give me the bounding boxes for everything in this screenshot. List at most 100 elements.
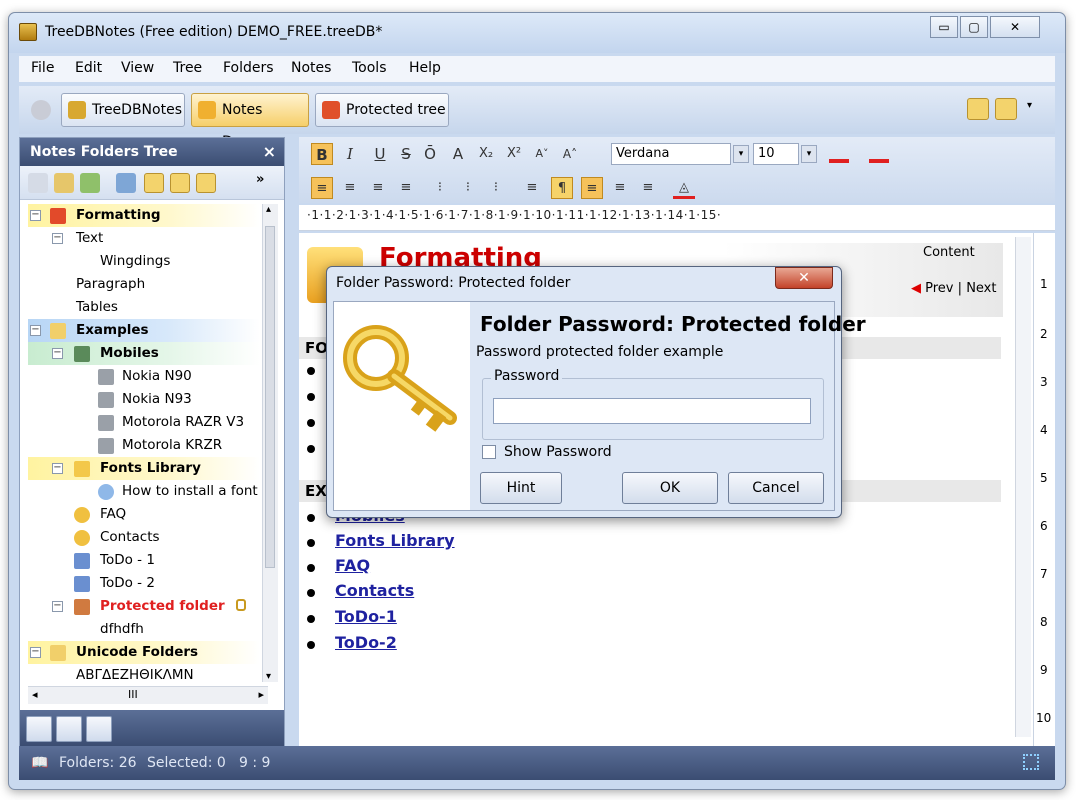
scroll-up-icon[interactable]: ▴ (266, 204, 271, 215)
scroll-left-icon[interactable]: ◂ (32, 688, 38, 701)
menu-folders[interactable]: Folders (223, 60, 274, 76)
menu-tree[interactable]: Tree (173, 60, 202, 76)
scroll-thumb-grip[interactable]: III (128, 688, 138, 701)
numbered-list-icon[interactable]: ⁝ (457, 177, 479, 199)
menu-file[interactable]: File (31, 60, 54, 76)
password-input[interactable] (493, 398, 811, 424)
tree-item-dfhdfh[interactable]: dfhdfh (28, 618, 260, 641)
nav-prev-icon[interactable] (967, 98, 989, 120)
superscript-button[interactable]: X² (503, 143, 525, 165)
menu-notes[interactable]: Notes (291, 60, 331, 76)
tree-item-wingdings[interactable]: Wingdings (28, 250, 260, 273)
hint-button[interactable]: Hint (480, 472, 562, 504)
favorites-icon[interactable] (86, 716, 112, 742)
collapse-icon[interactable]: − (30, 647, 41, 658)
tree-item-unicode-folders[interactable]: − Unicode Folders (28, 641, 260, 664)
new-folder-icon[interactable] (28, 173, 48, 193)
collapse-icon[interactable]: − (30, 210, 41, 221)
tab-protected-tree[interactable]: Protected tree (315, 93, 449, 127)
doc-link[interactable]: Fonts Library (335, 531, 455, 550)
content-link[interactable]: Content (923, 245, 975, 260)
collapse-icon[interactable]: − (52, 348, 63, 359)
dropdown-arrow-icon[interactable]: ▾ (733, 145, 749, 163)
scroll-thumb[interactable] (265, 226, 275, 568)
tree-item-greek[interactable]: ΑΒΓΔΕΖΗΘΙΚΛΜΝ (28, 664, 260, 687)
tree-item-protected-folder[interactable]: − Protected folder (28, 595, 260, 618)
tree-item-formatting[interactable]: − Formatting (28, 204, 260, 227)
tree-horizontal-scrollbar[interactable]: ◂ III ▸ (28, 686, 268, 704)
align-left-icon[interactable]: ≡ (311, 177, 333, 199)
overline-button[interactable]: Ō (419, 143, 441, 165)
show-password-label[interactable]: Show Password (504, 444, 612, 460)
vertical-ruler[interactable]: 1 2 3 4 5 6 7 8 9 10 (1033, 233, 1055, 747)
font-color-icon[interactable] (829, 145, 849, 163)
tree-item-mobiles[interactable]: − Mobiles (28, 342, 260, 365)
bold-button[interactable]: B (311, 143, 333, 165)
doc-link[interactable]: FAQ (335, 556, 370, 575)
back-icon[interactable] (31, 100, 51, 120)
dropdown-arrow-icon[interactable]: ▾ (1027, 100, 1032, 111)
tree-item-nokia-n93[interactable]: Nokia N93 (28, 388, 260, 411)
move-folder-icon[interactable] (80, 173, 100, 193)
arrow-up-icon[interactable] (196, 173, 216, 193)
list-icon[interactable]: ⁝ (485, 177, 507, 199)
arrow-right-icon[interactable] (170, 173, 190, 193)
increase-indent-icon[interactable]: ≡ (609, 177, 631, 199)
tree-item-todo-1[interactable]: ToDo - 1 (28, 549, 260, 572)
tree-item-faq[interactable]: FAQ (28, 503, 260, 526)
menu-view[interactable]: View (121, 60, 154, 76)
subscript-button[interactable]: X₂ (475, 143, 497, 165)
title-bar[interactable]: TreeDBNotes (Free edition) DEMO_FREE.tre… (9, 13, 1065, 53)
collapse-icon[interactable]: − (52, 233, 63, 244)
tree-view-icon[interactable] (26, 716, 52, 742)
strikethrough-button[interactable]: S (395, 143, 417, 165)
align-center-icon[interactable]: ≡ (339, 177, 361, 199)
doc-link[interactable]: ToDo-1 (335, 607, 397, 626)
menu-edit[interactable]: Edit (75, 60, 102, 76)
tree-item-fonts-library[interactable]: − Fonts Library (28, 457, 260, 480)
tab-treedbnotes[interactable]: TreeDBNotes (61, 93, 185, 127)
tree-item-tables[interactable]: Tables (28, 296, 260, 319)
font-style-button[interactable]: A (447, 143, 469, 165)
doc-link[interactable]: Contacts (335, 581, 414, 600)
close-panel-icon[interactable]: × (263, 138, 276, 166)
tree-item-install-font[interactable]: How to install a font (28, 480, 260, 503)
highlight-color-icon[interactable] (869, 145, 889, 163)
indent-icon[interactable]: ≡ (521, 177, 543, 199)
menu-help[interactable]: Help (409, 60, 441, 76)
maximize-button[interactable]: ▢ (960, 16, 988, 38)
tree-item-nokia-n90[interactable]: Nokia N90 (28, 365, 260, 388)
collapse-icon[interactable]: − (52, 463, 63, 474)
new-subfolder-icon[interactable] (54, 173, 74, 193)
fill-color-icon[interactable]: ◬ (673, 177, 695, 199)
search-icon[interactable] (56, 716, 82, 742)
tree-item-motorola-razr-v3[interactable]: Motorola RAZR V3 (28, 411, 260, 434)
tree-item-paragraph[interactable]: Paragraph (28, 273, 260, 296)
paragraph-icon[interactable]: ¶ (551, 177, 573, 199)
cancel-button[interactable]: Cancel (728, 472, 824, 504)
tree-item-motorola-krzr[interactable]: Motorola KRZR (28, 434, 260, 457)
minimize-button[interactable]: ▭ (930, 16, 958, 38)
font-size-select[interactable]: 10 (753, 143, 799, 165)
prev-link[interactable]: Prev (925, 281, 953, 296)
justify-icon[interactable]: ≡ (395, 177, 417, 199)
scroll-right-icon[interactable]: ▸ (258, 688, 264, 701)
underline-button[interactable]: U (369, 143, 391, 165)
decrease-indent-icon[interactable]: ≡ (637, 177, 659, 199)
tree-item-todo-2[interactable]: ToDo - 2 (28, 572, 260, 595)
tree-item-contacts[interactable]: Contacts (28, 526, 260, 549)
tree-item-examples[interactable]: − Examples (28, 319, 260, 342)
wrap-icon[interactable]: ≡ (581, 177, 603, 199)
font-family-select[interactable]: Verdana (611, 143, 731, 165)
decrease-font-button[interactable]: A˅ (531, 143, 553, 165)
tree-vertical-scrollbar[interactable]: ▴ ▾ (262, 204, 278, 682)
nav-next-icon[interactable] (995, 98, 1017, 120)
ok-button[interactable]: OK (622, 472, 718, 504)
horizontal-ruler[interactable]: ·1·1·2·1·3·1·4·1·5·1·6·1·7·1·8·1·9·1·10·… (299, 205, 1055, 231)
sort-icon[interactable] (116, 173, 136, 193)
italic-button[interactable]: I (339, 143, 361, 165)
increase-font-button[interactable]: A˄ (559, 143, 581, 165)
tab-notes-demo[interactable]: Notes Demo (191, 93, 309, 150)
arrow-left-icon[interactable] (144, 173, 164, 193)
next-link[interactable]: Next (966, 281, 996, 296)
